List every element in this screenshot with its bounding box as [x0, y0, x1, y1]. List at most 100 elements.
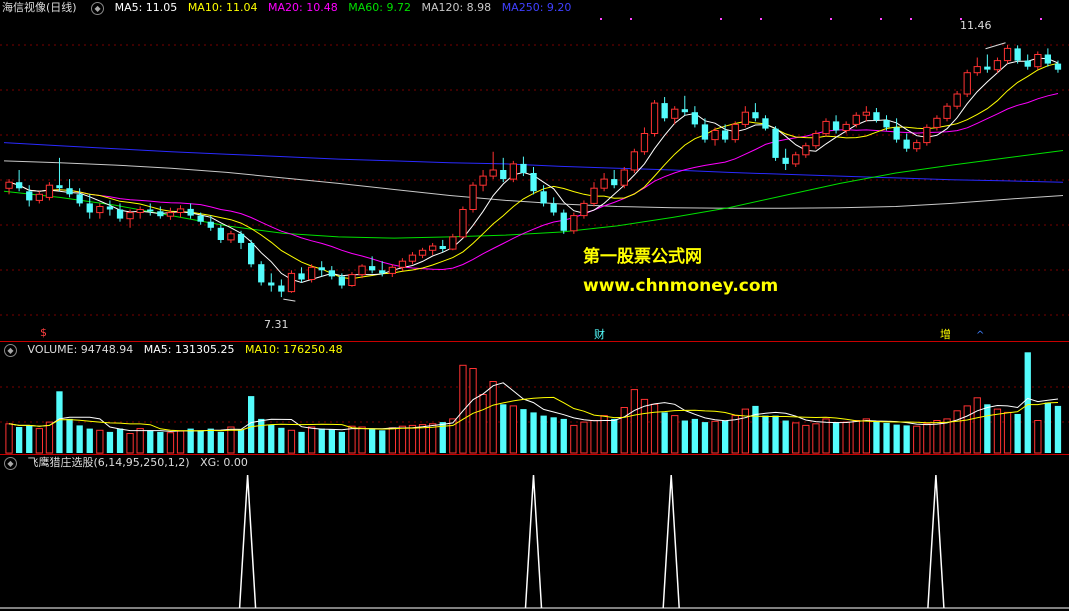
volume-bar	[893, 424, 900, 453]
collapse-icon[interactable]: ◆	[91, 1, 105, 15]
volume-bar	[590, 420, 598, 454]
watermark-url: www.chnmoney.com	[583, 276, 779, 296]
candle-body	[439, 246, 446, 249]
volume-bar	[1024, 352, 1031, 454]
volume-bar	[923, 423, 931, 454]
candle-body	[157, 211, 164, 217]
signal-dot	[630, 18, 632, 20]
candle-body	[802, 145, 810, 156]
signal-dot	[760, 18, 762, 20]
candle-body	[1054, 63, 1062, 70]
high-price-label: 11.46	[960, 19, 992, 32]
candle-body	[76, 194, 83, 204]
candle-body	[540, 191, 547, 204]
volume-ma10: MA10: 176250.48	[244, 343, 343, 356]
volume-bar	[1054, 405, 1062, 453]
candle-body	[1044, 54, 1051, 64]
candle-body	[520, 163, 527, 173]
volume-bar	[530, 412, 537, 453]
candle-body	[500, 170, 507, 180]
candle-body	[187, 208, 194, 216]
volume-ma5: MA5: 131305.25	[143, 343, 235, 356]
candle-body	[197, 215, 204, 222]
volume-pane[interactable]: ◆ VOLUME: 94748.94 MA5: 131305.25 MA10: …	[0, 342, 1069, 454]
candle-body	[66, 188, 73, 195]
volume-bar	[509, 405, 518, 454]
volume-bar	[812, 423, 820, 454]
candle-body	[852, 114, 860, 125]
volume-chart[interactable]	[0, 342, 1069, 454]
volume-bar	[459, 364, 467, 454]
candle-body	[348, 274, 356, 287]
candle-body	[116, 209, 124, 219]
volume-bar	[116, 428, 124, 453]
marker-finance[interactable]: 财	[594, 326, 605, 342]
candle-body	[842, 123, 850, 132]
volume-bar	[711, 420, 719, 454]
volume-bar	[661, 412, 668, 453]
candle-body	[136, 209, 144, 213]
candle-body	[227, 233, 235, 241]
marker-increase[interactable]: 增	[940, 326, 951, 342]
volume-bar	[429, 423, 437, 454]
candle-body	[822, 120, 830, 135]
candle-body	[993, 60, 1002, 71]
indicator-pane[interactable]: ◆ 飞鹰猎庄选股(6,14,95,250,1,2) XG: 0.00	[0, 455, 1069, 611]
volume-bar	[560, 418, 567, 453]
volume-bar	[953, 410, 961, 454]
volume-bar	[822, 418, 830, 454]
volume-bar	[762, 415, 769, 453]
stock-title: 海信视像(日线)	[2, 1, 77, 14]
collapse-icon[interactable]: ◆	[4, 456, 17, 470]
candle-body	[469, 184, 477, 210]
volume-bar	[540, 415, 547, 453]
signal-dot	[880, 18, 882, 20]
candle-body	[217, 227, 224, 240]
candle-body	[126, 212, 134, 220]
volume-value: VOLUME: 94748.94	[27, 343, 134, 356]
volume-bar	[984, 404, 991, 454]
candle-body	[35, 193, 44, 201]
marker-left[interactable]: $	[40, 326, 47, 339]
candle-body	[509, 163, 518, 180]
candle-body	[318, 267, 325, 271]
candle-body	[630, 151, 639, 171]
volume-bar	[772, 415, 779, 453]
xg-signal-spike	[927, 474, 945, 609]
low-pointer	[283, 298, 296, 302]
ma60-legend: MA60: 9.72	[348, 1, 411, 14]
indicator-legend: ◆ 飞鹰猎庄选股(6,14,95,250,1,2) XG: 0.00	[0, 455, 255, 471]
price-chart[interactable]	[0, 0, 1069, 341]
volume-bar	[933, 420, 941, 454]
volume-bar	[45, 421, 54, 454]
indicator-chart[interactable]	[0, 455, 1069, 611]
volume-bar	[318, 428, 325, 453]
candle-body	[590, 187, 598, 204]
collapse-icon[interactable]: ◆	[4, 343, 17, 357]
signal-dot	[830, 18, 832, 20]
watermark-title: 第一股票公式网	[583, 247, 702, 267]
volume-bar	[187, 428, 194, 453]
high-pointer	[985, 42, 1006, 50]
volume-bar	[832, 422, 840, 453]
xg-signal-spike	[524, 474, 543, 609]
volume-bar	[873, 421, 880, 453]
candle-body	[338, 276, 345, 286]
candle-body	[711, 130, 719, 141]
price-legend: 海信视像(日线) ◆ MA5: 11.05 MA10: 11.04 MA20: …	[0, 0, 578, 16]
volume-bar	[237, 429, 245, 453]
candle-body	[1034, 54, 1042, 68]
volume-bar	[35, 428, 44, 454]
candle-body	[489, 169, 497, 177]
volume-bar	[86, 428, 93, 453]
volume-bar	[126, 433, 134, 454]
candle-body	[650, 102, 659, 134]
ma20-legend: MA20: 10.48	[268, 1, 338, 14]
price-pane[interactable]: 海信视像(日线) ◆ MA5: 11.05 MA10: 11.04 MA20: …	[0, 0, 1069, 341]
volume-bar	[197, 430, 204, 454]
candle-body	[96, 206, 104, 214]
volume-bar	[469, 368, 477, 454]
volume-bar	[308, 426, 316, 454]
ma10-legend: MA10: 11.04	[187, 1, 258, 14]
volume-bar	[328, 429, 335, 453]
